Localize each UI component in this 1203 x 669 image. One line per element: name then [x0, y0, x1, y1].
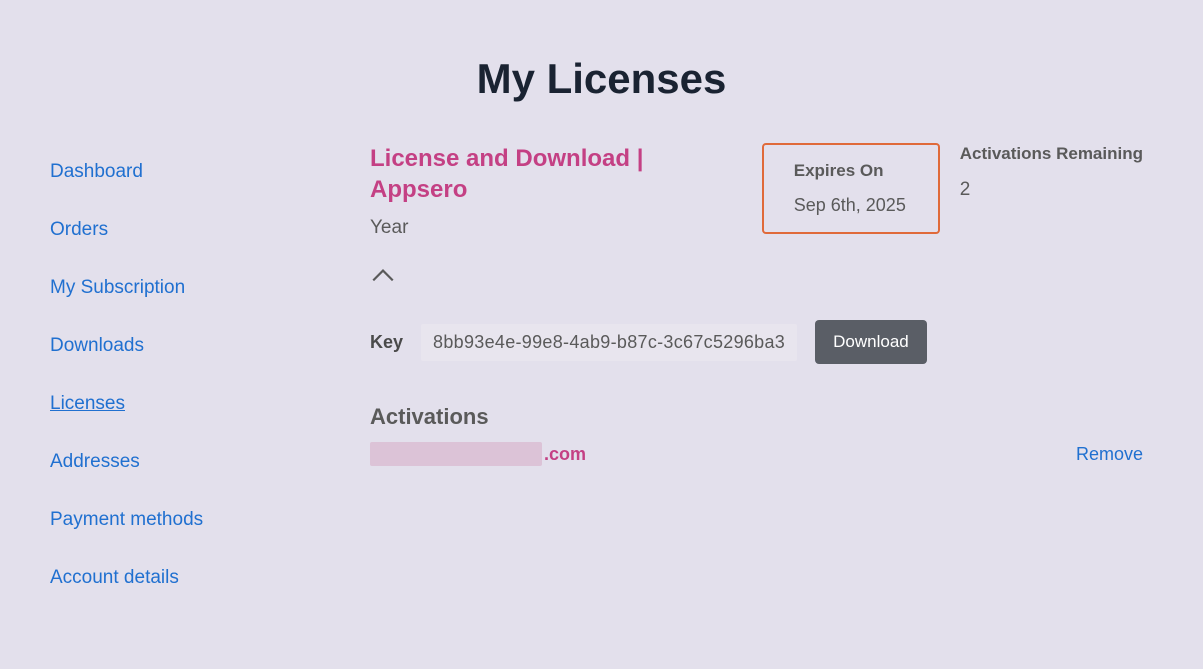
activations-heading: Activations — [370, 404, 1143, 430]
sidebar-item-payment-methods[interactable]: Payment methods — [50, 491, 203, 549]
activations-remaining-label: Activations Remaining — [960, 143, 1143, 165]
license-title-block: License and Download | Appsero Year — [370, 143, 742, 239]
download-button[interactable]: Download — [815, 320, 927, 364]
sidebar: Dashboard Orders My Subscription Downloa… — [50, 143, 370, 607]
activations-remaining-block: Activations Remaining 2 — [960, 143, 1143, 201]
sidebar-item-my-subscription[interactable]: My Subscription — [50, 259, 185, 317]
main-container: Dashboard Orders My Subscription Downloa… — [0, 143, 1203, 607]
sidebar-item-licenses[interactable]: Licenses — [50, 375, 125, 433]
license-key-value[interactable]: 8bb93e4e-99e8-4ab9-b87c-3c67c5296ba3 — [421, 324, 797, 361]
sidebar-item-account-details[interactable]: Account details — [50, 549, 179, 607]
expires-label: Expires On — [794, 161, 908, 181]
license-header: License and Download | Appsero Year Expi… — [370, 143, 1143, 239]
page-title: My Licenses — [0, 0, 1203, 143]
activation-row: .com Remove — [370, 442, 1143, 466]
sidebar-item-dashboard[interactable]: Dashboard — [50, 143, 143, 201]
expires-date: Sep 6th, 2025 — [794, 195, 908, 216]
expires-box: Expires On Sep 6th, 2025 — [762, 143, 940, 234]
activations-remaining-count: 2 — [960, 179, 1143, 201]
activation-site-suffix: .com — [544, 444, 586, 465]
collapse-toggle-row — [370, 267, 1143, 290]
sidebar-item-addresses[interactable]: Addresses — [50, 433, 140, 491]
license-key-label: Key — [370, 332, 403, 353]
activations-section: Activations .com Remove — [370, 404, 1143, 466]
sidebar-item-orders[interactable]: Orders — [50, 201, 108, 259]
remove-activation-link[interactable]: Remove — [1076, 444, 1143, 465]
sidebar-item-downloads[interactable]: Downloads — [50, 317, 144, 375]
activation-site: .com — [370, 442, 586, 466]
chevron-up-icon[interactable] — [370, 272, 396, 289]
license-subtitle: Year — [370, 217, 742, 239]
activation-site-redacted — [370, 442, 542, 466]
license-key-row: Key 8bb93e4e-99e8-4ab9-b87c-3c67c5296ba3… — [370, 320, 1143, 364]
license-title: License and Download | Appsero — [370, 143, 742, 205]
license-panel: License and Download | Appsero Year Expi… — [370, 143, 1203, 607]
